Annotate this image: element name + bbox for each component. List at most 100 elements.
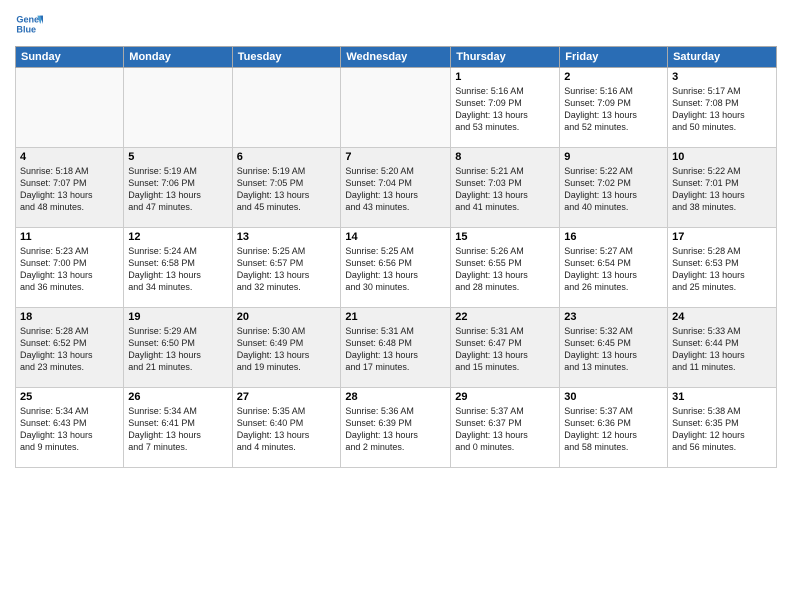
day-number: 30 <box>564 391 663 403</box>
day-info: Sunrise: 5:32 AM Sunset: 6:45 PM Dayligh… <box>564 325 663 374</box>
calendar-cell: 20 Sunrise: 5:30 AM Sunset: 6:49 PM Dayli… <box>232 308 341 388</box>
day-number: 15 <box>455 231 555 243</box>
calendar-cell: 4 Sunrise: 5:18 AM Sunset: 7:07 PM Daylig… <box>16 148 124 228</box>
week-row-2: 4 Sunrise: 5:18 AM Sunset: 7:07 PM Daylig… <box>16 148 777 228</box>
day-info: Sunrise: 5:36 AM Sunset: 6:39 PM Dayligh… <box>345 405 446 454</box>
calendar-cell: 12 Sunrise: 5:24 AM Sunset: 6:58 PM Dayli… <box>124 228 232 308</box>
day-number: 28 <box>345 391 446 403</box>
day-info: Sunrise: 5:16 AM Sunset: 7:09 PM Dayligh… <box>564 85 663 134</box>
calendar-cell: 16 Sunrise: 5:27 AM Sunset: 6:54 PM Dayli… <box>560 228 668 308</box>
calendar-cell: 29 Sunrise: 5:37 AM Sunset: 6:37 PM Dayli… <box>451 388 560 468</box>
day-info: Sunrise: 5:25 AM Sunset: 6:57 PM Dayligh… <box>237 245 337 294</box>
calendar-cell: 30 Sunrise: 5:37 AM Sunset: 6:36 PM Dayli… <box>560 388 668 468</box>
day-number: 2 <box>564 71 663 83</box>
calendar-cell: 9 Sunrise: 5:22 AM Sunset: 7:02 PM Daylig… <box>560 148 668 228</box>
calendar-cell: 31 Sunrise: 5:38 AM Sunset: 6:35 PM Dayli… <box>668 388 777 468</box>
day-number: 31 <box>672 391 772 403</box>
weekday-header-friday: Friday <box>560 47 668 68</box>
calendar-cell: 15 Sunrise: 5:26 AM Sunset: 6:55 PM Dayli… <box>451 228 560 308</box>
week-row-5: 25 Sunrise: 5:34 AM Sunset: 6:43 PM Dayli… <box>16 388 777 468</box>
day-info: Sunrise: 5:28 AM Sunset: 6:53 PM Dayligh… <box>672 245 772 294</box>
day-info: Sunrise: 5:23 AM Sunset: 7:00 PM Dayligh… <box>20 245 119 294</box>
day-info: Sunrise: 5:21 AM Sunset: 7:03 PM Dayligh… <box>455 165 555 214</box>
calendar-cell: 17 Sunrise: 5:28 AM Sunset: 6:53 PM Dayli… <box>668 228 777 308</box>
page: General Blue SundayMondayTuesdayWednesda… <box>0 0 792 612</box>
week-row-1: 1Sunrise: 5:16 AM Sunset: 7:09 PM Daylig… <box>16 68 777 148</box>
calendar-cell: 18 Sunrise: 5:28 AM Sunset: 6:52 PM Dayli… <box>16 308 124 388</box>
day-info: Sunrise: 5:22 AM Sunset: 7:01 PM Dayligh… <box>672 165 772 214</box>
calendar-cell: 8 Sunrise: 5:21 AM Sunset: 7:03 PM Daylig… <box>451 148 560 228</box>
day-number: 14 <box>345 231 446 243</box>
calendar-cell: 5Sunrise: 5:19 AM Sunset: 7:06 PM Daylig… <box>124 148 232 228</box>
day-info: Sunrise: 5:37 AM Sunset: 6:36 PM Dayligh… <box>564 405 663 454</box>
calendar-cell: 25 Sunrise: 5:34 AM Sunset: 6:43 PM Dayli… <box>16 388 124 468</box>
day-info: Sunrise: 5:31 AM Sunset: 6:47 PM Dayligh… <box>455 325 555 374</box>
day-number: 3 <box>672 71 772 83</box>
calendar-cell: 26 Sunrise: 5:34 AM Sunset: 6:41 PM Dayli… <box>124 388 232 468</box>
day-number: 9 <box>564 151 663 163</box>
calendar-cell <box>232 68 341 148</box>
logo: General Blue <box>15 10 43 38</box>
day-number: 16 <box>564 231 663 243</box>
day-info: Sunrise: 5:26 AM Sunset: 6:55 PM Dayligh… <box>455 245 555 294</box>
day-info: Sunrise: 5:25 AM Sunset: 6:56 PM Dayligh… <box>345 245 446 294</box>
day-number: 29 <box>455 391 555 403</box>
day-info: Sunrise: 5:18 AM Sunset: 7:07 PM Dayligh… <box>20 165 119 214</box>
weekday-header-tuesday: Tuesday <box>232 47 341 68</box>
day-info: Sunrise: 5:20 AM Sunset: 7:04 PM Dayligh… <box>345 165 446 214</box>
day-number: 21 <box>345 311 446 323</box>
calendar-cell <box>16 68 124 148</box>
day-info: Sunrise: 5:28 AM Sunset: 6:52 PM Dayligh… <box>20 325 119 374</box>
day-info: Sunrise: 5:34 AM Sunset: 6:41 PM Dayligh… <box>128 405 227 454</box>
day-info: Sunrise: 5:30 AM Sunset: 6:49 PM Dayligh… <box>237 325 337 374</box>
calendar-cell: 7 Sunrise: 5:20 AM Sunset: 7:04 PM Daylig… <box>341 148 451 228</box>
day-info: Sunrise: 5:17 AM Sunset: 7:08 PM Dayligh… <box>672 85 772 134</box>
calendar-cell <box>124 68 232 148</box>
day-number: 26 <box>128 391 227 403</box>
day-number: 25 <box>20 391 119 403</box>
day-number: 4 <box>20 151 119 163</box>
svg-text:Blue: Blue <box>16 24 36 34</box>
day-number: 17 <box>672 231 772 243</box>
day-info: Sunrise: 5:16 AM Sunset: 7:09 PM Dayligh… <box>455 85 555 134</box>
calendar-cell: 13 Sunrise: 5:25 AM Sunset: 6:57 PM Dayli… <box>232 228 341 308</box>
calendar-cell: 21 Sunrise: 5:31 AM Sunset: 6:48 PM Dayli… <box>341 308 451 388</box>
day-info: Sunrise: 5:22 AM Sunset: 7:02 PM Dayligh… <box>564 165 663 214</box>
calendar-cell <box>341 68 451 148</box>
weekday-header-thursday: Thursday <box>451 47 560 68</box>
header: General Blue <box>15 10 777 38</box>
day-number: 8 <box>455 151 555 163</box>
calendar-cell: 3 Sunrise: 5:17 AM Sunset: 7:08 PM Daylig… <box>668 68 777 148</box>
day-number: 23 <box>564 311 663 323</box>
day-info: Sunrise: 5:27 AM Sunset: 6:54 PM Dayligh… <box>564 245 663 294</box>
day-number: 10 <box>672 151 772 163</box>
week-row-4: 18 Sunrise: 5:28 AM Sunset: 6:52 PM Dayli… <box>16 308 777 388</box>
day-info: Sunrise: 5:33 AM Sunset: 6:44 PM Dayligh… <box>672 325 772 374</box>
day-number: 7 <box>345 151 446 163</box>
week-row-3: 11 Sunrise: 5:23 AM Sunset: 7:00 PM Dayli… <box>16 228 777 308</box>
day-number: 20 <box>237 311 337 323</box>
calendar-cell: 11 Sunrise: 5:23 AM Sunset: 7:00 PM Dayli… <box>16 228 124 308</box>
day-info: Sunrise: 5:38 AM Sunset: 6:35 PM Dayligh… <box>672 405 772 454</box>
weekday-header-saturday: Saturday <box>668 47 777 68</box>
day-info: Sunrise: 5:29 AM Sunset: 6:50 PM Dayligh… <box>128 325 227 374</box>
day-number: 18 <box>20 311 119 323</box>
day-number: 6 <box>237 151 337 163</box>
calendar-cell: 22 Sunrise: 5:31 AM Sunset: 6:47 PM Dayli… <box>451 308 560 388</box>
day-number: 13 <box>237 231 337 243</box>
weekday-header-row: SundayMondayTuesdayWednesdayThursdayFrid… <box>16 47 777 68</box>
day-info: Sunrise: 5:31 AM Sunset: 6:48 PM Dayligh… <box>345 325 446 374</box>
day-info: Sunrise: 5:37 AM Sunset: 6:37 PM Dayligh… <box>455 405 555 454</box>
weekday-header-wednesday: Wednesday <box>341 47 451 68</box>
calendar-cell: 19Sunrise: 5:29 AM Sunset: 6:50 PM Dayli… <box>124 308 232 388</box>
calendar-cell: 28 Sunrise: 5:36 AM Sunset: 6:39 PM Dayli… <box>341 388 451 468</box>
weekday-header-monday: Monday <box>124 47 232 68</box>
day-number: 5 <box>128 151 227 163</box>
day-info: Sunrise: 5:34 AM Sunset: 6:43 PM Dayligh… <box>20 405 119 454</box>
day-number: 22 <box>455 311 555 323</box>
day-info: Sunrise: 5:24 AM Sunset: 6:58 PM Dayligh… <box>128 245 227 294</box>
weekday-header-sunday: Sunday <box>16 47 124 68</box>
day-number: 11 <box>20 231 119 243</box>
calendar-table: SundayMondayTuesdayWednesdayThursdayFrid… <box>15 46 777 468</box>
day-number: 12 <box>128 231 227 243</box>
